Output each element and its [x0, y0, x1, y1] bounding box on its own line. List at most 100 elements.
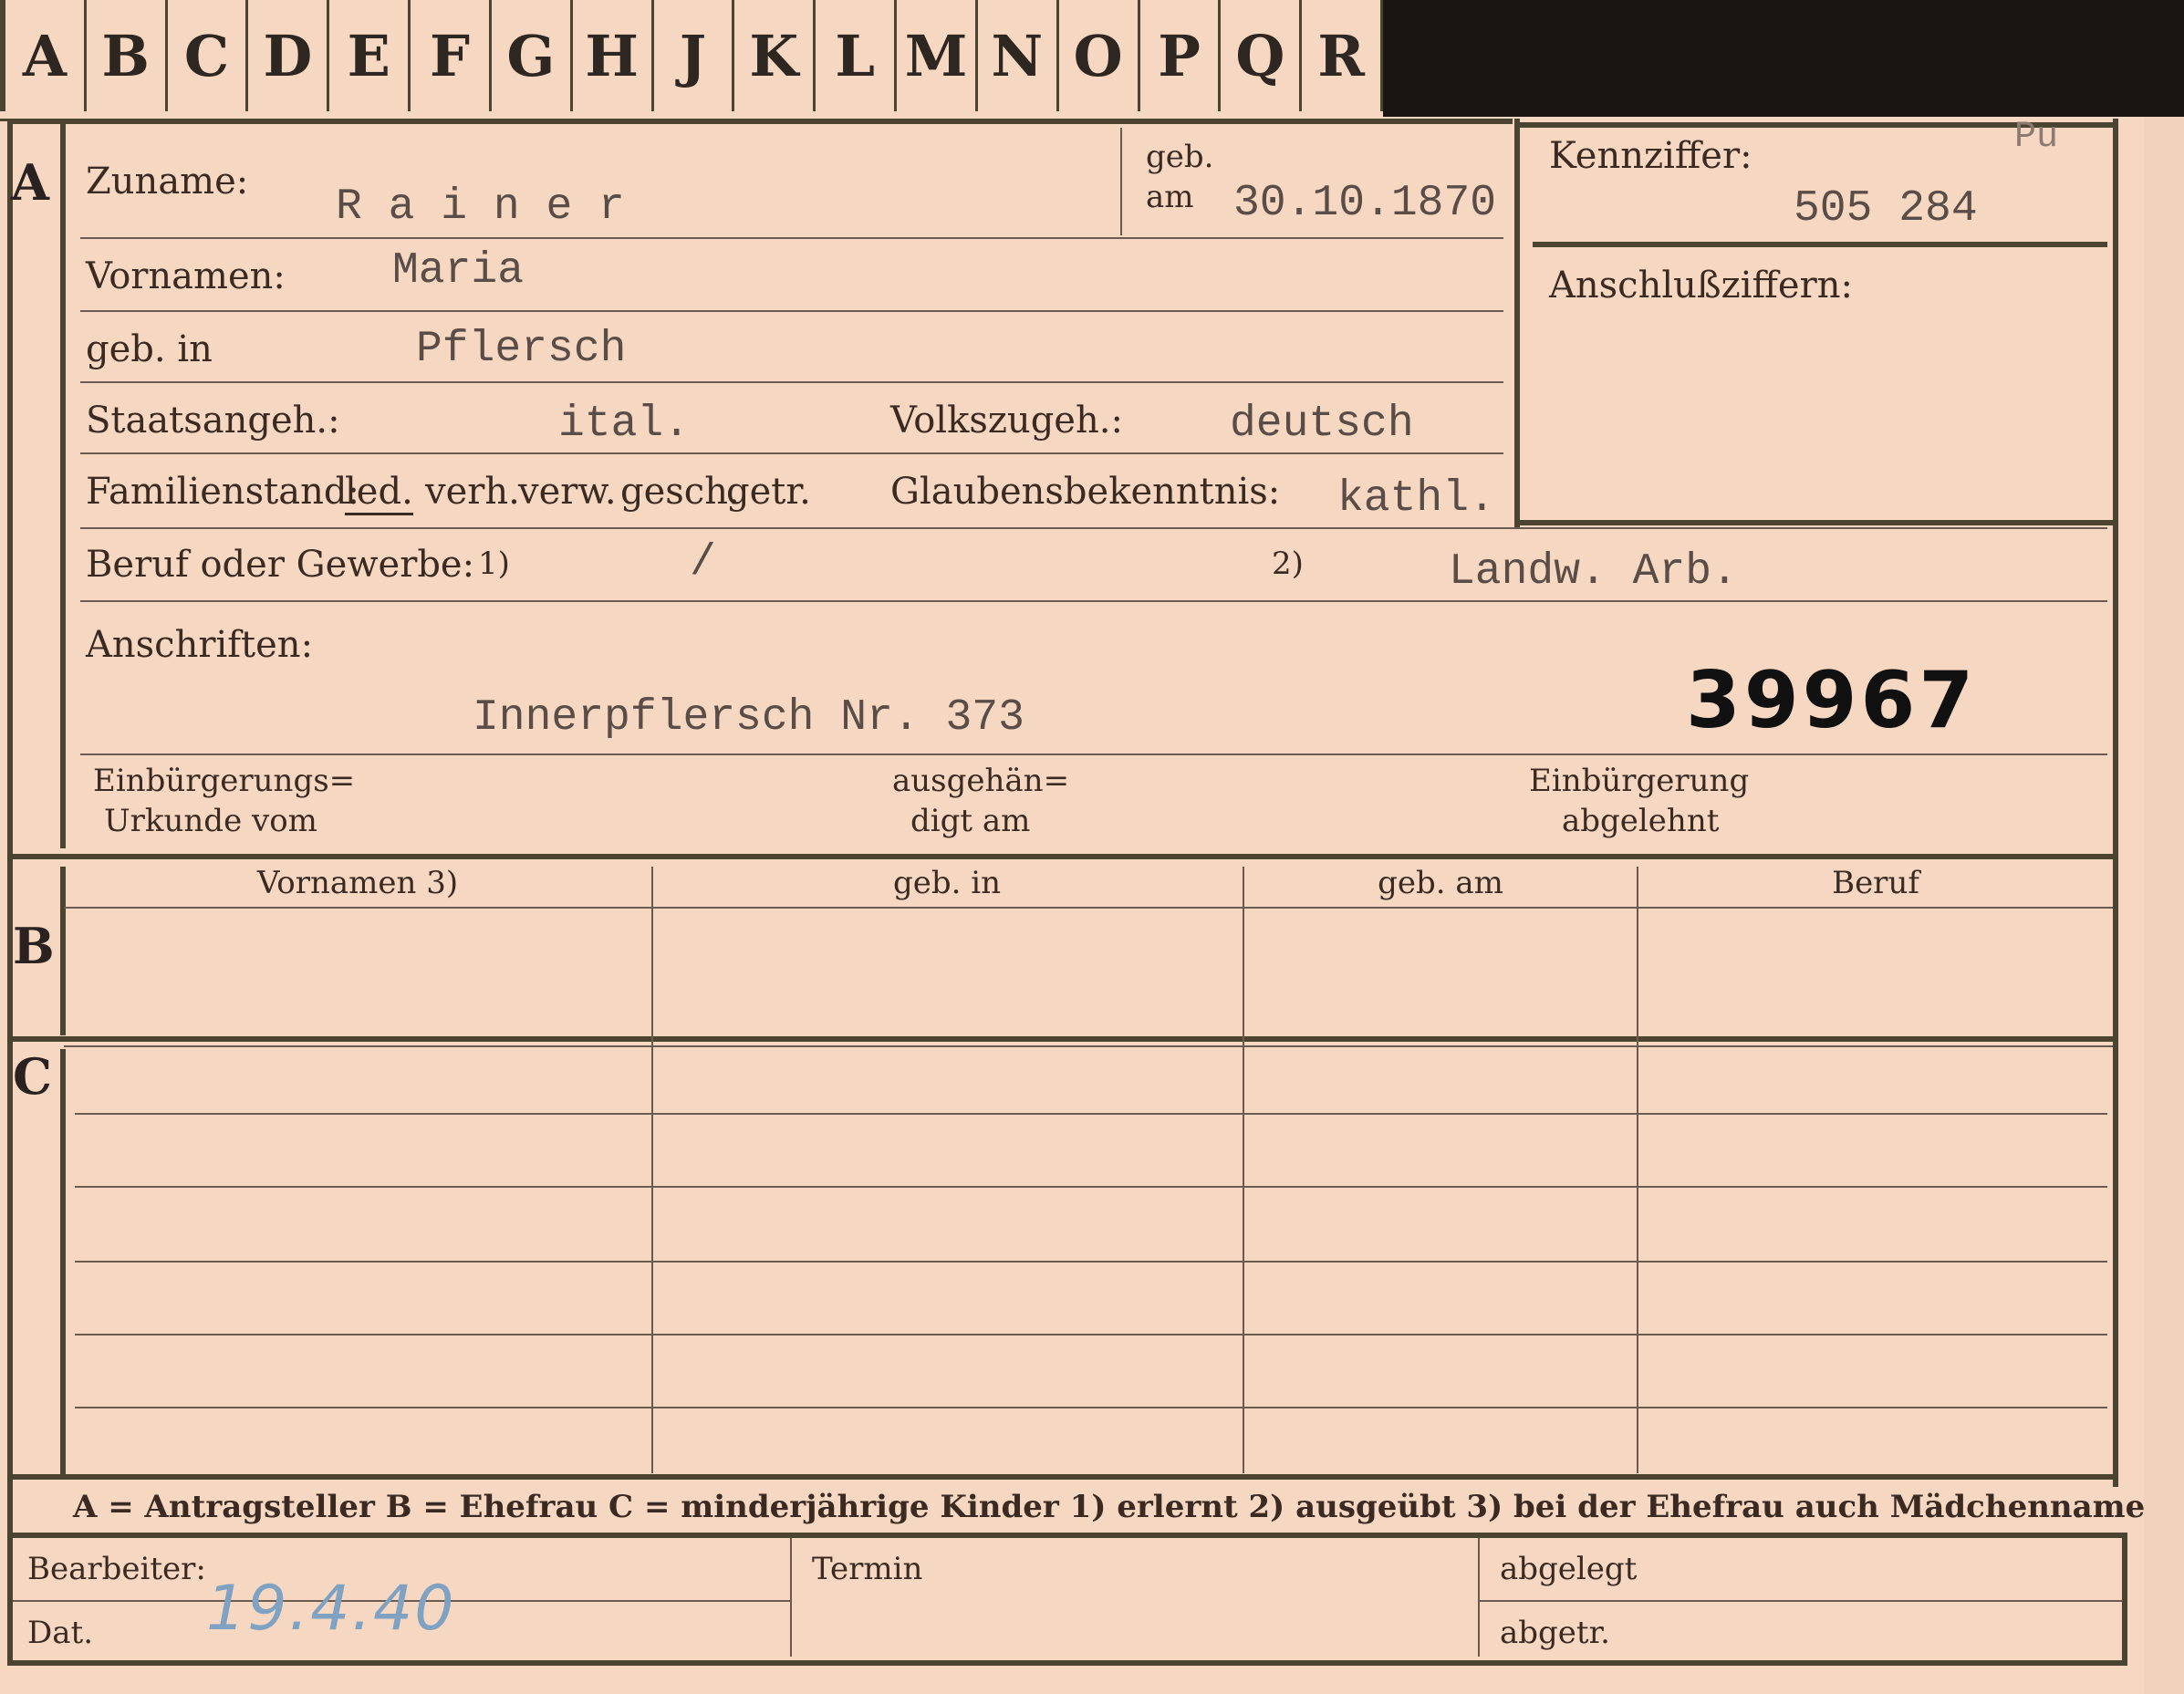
kennziffer-value: 505 284 — [1794, 184, 1978, 234]
geb-in-value: Pflersch — [416, 325, 627, 374]
table-header-line — [64, 907, 2113, 909]
table-col-divider-3 — [1637, 867, 1638, 1473]
einbuergerung-urkunde-line1: Einbürgerungs= — [93, 763, 356, 799]
vornamen-label: Vornamen: — [86, 255, 286, 297]
tab-e[interactable]: E — [329, 0, 411, 111]
abgetr-label: abgetr. — [1500, 1615, 1610, 1651]
tab-d[interactable]: D — [248, 0, 330, 111]
geb-am-label-top: geb. — [1146, 139, 1214, 175]
beruf-value-2: Landw. Arb. — [1449, 547, 1738, 597]
legend-bottom — [7, 1533, 2127, 1538]
beruf-value-1: / — [690, 538, 716, 587]
row-line-6 — [80, 600, 2107, 602]
left-border — [7, 119, 13, 1660]
beruf-label: Beruf oder Gewerbe: — [86, 544, 475, 586]
tab-f[interactable]: F — [411, 0, 492, 111]
row-line-5 — [80, 527, 2107, 529]
section-c-top — [64, 1045, 2113, 1047]
column-geb-am: geb. am — [1378, 865, 1503, 901]
geb-am-divider — [1120, 128, 1122, 235]
child-row-line-4 — [75, 1334, 2107, 1335]
footer-bottom — [7, 1660, 2127, 1666]
row-line-4 — [80, 452, 1503, 454]
child-row-line-5 — [75, 1407, 2107, 1408]
row-line-2 — [80, 310, 1503, 312]
tab-c[interactable]: C — [168, 0, 249, 111]
tab-m[interactable]: M — [897, 0, 978, 111]
zuname-label: Zuname: — [86, 161, 249, 203]
row-line-3 — [80, 381, 1503, 383]
section-a-label: A — [11, 153, 49, 212]
alphabet-tab-strip: A B C D E F G H J K L M N O P Q R — [0, 0, 1384, 121]
anschriften-label: Anschriften: — [86, 624, 314, 666]
table-col-divider-1 — [651, 867, 653, 1473]
footer-divider-1 — [790, 1538, 792, 1657]
familienstand-label: Familienstand: — [86, 471, 359, 513]
geb-am-label-bottom: am — [1146, 179, 1194, 215]
dat-value: 19.4.40 — [206, 1573, 456, 1645]
tab-r[interactable]: R — [1302, 0, 1384, 111]
footer-line-right — [1478, 1600, 2122, 1602]
row-line-7 — [80, 753, 2107, 755]
familienstand-option-verw[interactable]: verw. — [518, 471, 617, 513]
abgelegt-label: abgelegt — [1500, 1551, 1638, 1587]
kennziffer-box-bottom — [1514, 520, 2113, 525]
dat-label: Dat. — [27, 1615, 94, 1651]
row-line-1 — [80, 237, 1503, 239]
geb-in-label: geb. in — [86, 328, 213, 370]
ausgehaendigt-line1: ausgehän= — [892, 763, 1070, 799]
tab-n[interactable]: N — [978, 0, 1059, 111]
tab-g[interactable]: G — [492, 0, 573, 111]
tab-k[interactable]: K — [734, 0, 816, 111]
top-border — [7, 119, 1513, 124]
column-beruf: Beruf — [1832, 865, 1919, 901]
termin-label: Termin — [812, 1551, 923, 1587]
section-a-bottom — [7, 854, 2118, 859]
stamp-number: 39967 — [1686, 655, 1978, 746]
staatsangeh-value: ital. — [558, 400, 691, 449]
einbuergerung-abgelehnt-line2: abgelehnt — [1562, 803, 1720, 839]
familienstand-option-gesch[interactable]: gesch. — [620, 471, 740, 513]
glaubensbekenntnis-value: kathl. — [1337, 474, 1495, 524]
kennziffer-divider — [1533, 242, 2107, 247]
einbuergerung-abgelehnt-line1: Einbürgerung — [1529, 763, 1750, 799]
table-col-divider-2 — [1243, 867, 1244, 1473]
legend: A = Antragsteller B = Ehefrau C = minder… — [73, 1489, 2146, 1525]
volkszugeh-label: Volkszugeh.: — [890, 400, 1123, 442]
tab-p[interactable]: P — [1140, 0, 1222, 111]
tab-h[interactable]: H — [573, 0, 654, 111]
bearbeiter-label: Bearbeiter: — [27, 1551, 206, 1587]
ausgehaendigt-line2: digt am — [910, 803, 1031, 839]
corner-mark: Pu — [2014, 117, 2059, 158]
kennziffer-label: Kennziffer: — [1549, 135, 1752, 177]
child-row-line-2 — [75, 1186, 2107, 1188]
right-border — [2113, 119, 2118, 1487]
tab-j[interactable]: J — [654, 0, 735, 111]
tab-q[interactable]: Q — [1221, 0, 1303, 111]
tab-l[interactable]: L — [816, 0, 898, 111]
child-row-line-3 — [75, 1261, 2107, 1263]
section-c-bottom — [7, 1474, 2118, 1480]
anschlussziffern-label: Anschlußziffern: — [1549, 265, 1853, 307]
tab-b[interactable]: B — [87, 0, 168, 111]
familienstand-option-led[interactable]: led. — [345, 471, 413, 515]
section-c-divider — [60, 1049, 66, 1478]
kennziffer-box-left — [1514, 119, 1520, 529]
section-c-label: C — [13, 1047, 52, 1106]
zuname-value: R a i n e r — [336, 182, 625, 232]
einbuergerung-urkunde-line2: Urkunde vom — [104, 803, 317, 839]
column-vornamen: Vornamen 3) — [256, 865, 459, 901]
footer-right-border — [2122, 1533, 2127, 1660]
tab-a[interactable]: A — [0, 0, 87, 111]
tab-o[interactable]: O — [1059, 0, 1140, 111]
child-row-line-1 — [75, 1113, 2107, 1115]
familienstand-option-verh[interactable]: verh. — [425, 471, 520, 513]
column-geb-in: geb. in — [892, 865, 1002, 901]
glaubensbekenntnis-label: Glaubensbekenntnis: — [890, 471, 1281, 513]
volkszugeh-value: deutsch — [1230, 400, 1414, 449]
card-edge — [2144, 117, 2184, 1694]
beruf-mark-1: 1) — [478, 546, 510, 582]
footer-divider-2 — [1478, 1538, 1480, 1657]
registration-card — [0, 117, 2144, 1694]
familienstand-option-getr[interactable]: getr. — [726, 471, 811, 513]
